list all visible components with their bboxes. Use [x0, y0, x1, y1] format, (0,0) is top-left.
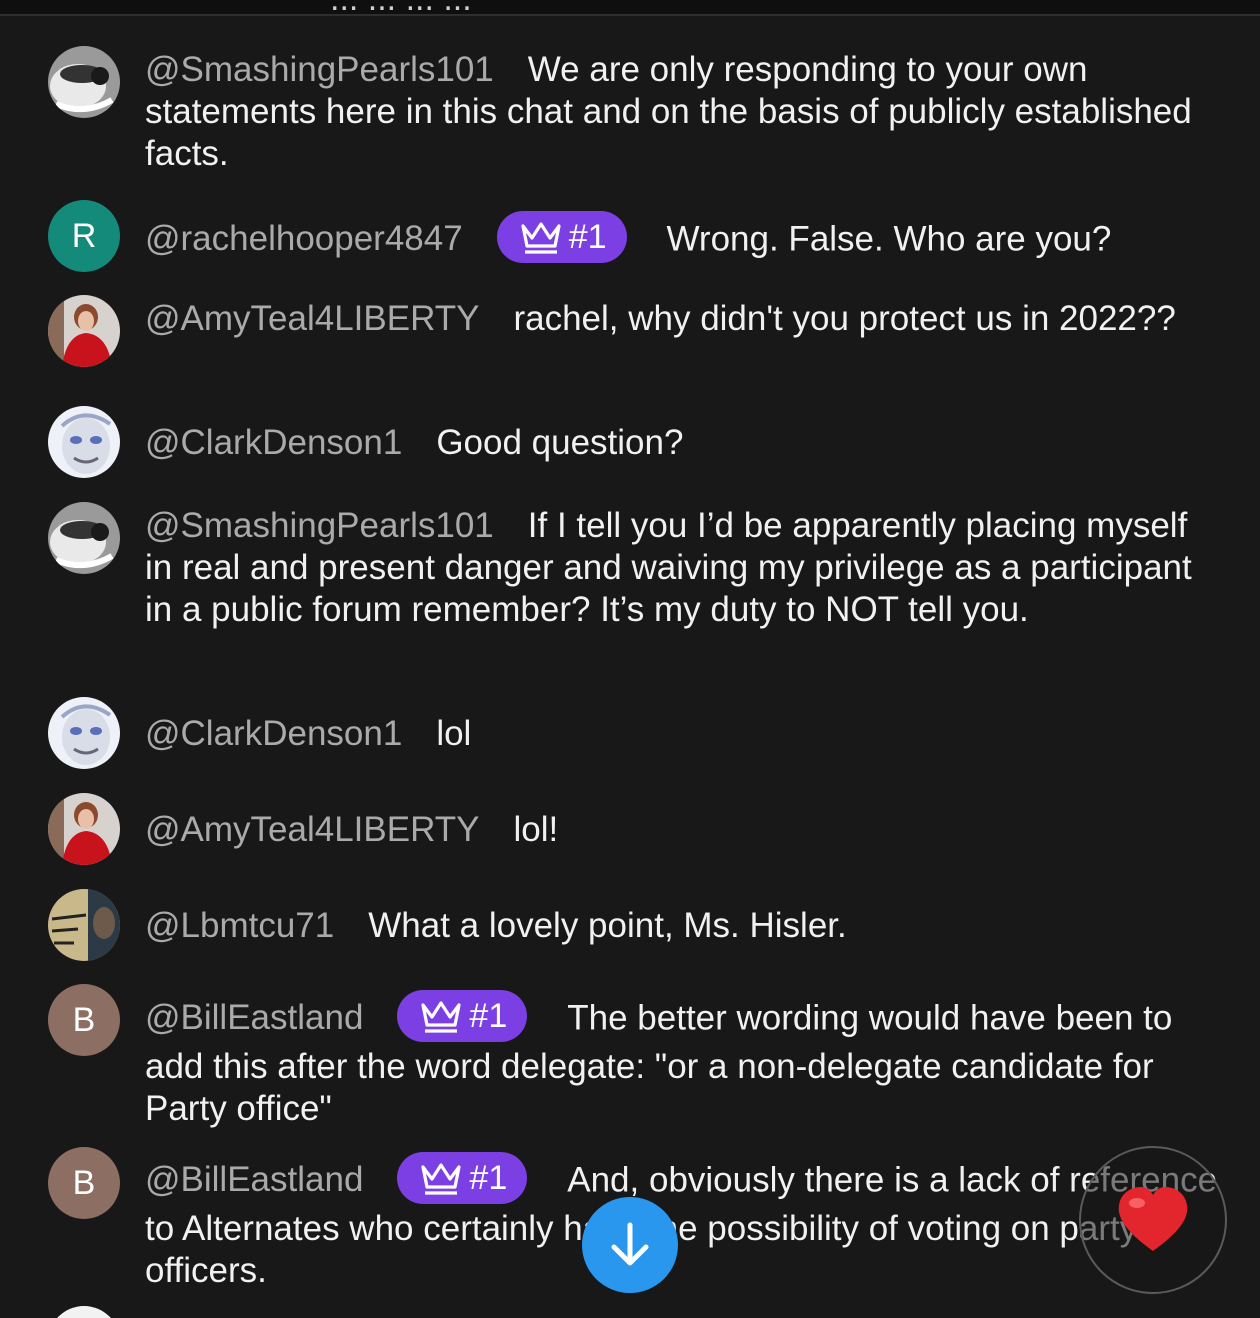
avatar[interactable] — [48, 697, 120, 769]
message-body: @AmyTeal4LIBERTY rachel, why didn't you p… — [145, 298, 1220, 340]
avatar[interactable] — [48, 406, 120, 478]
message-text: rachel, why didn't you protect us in 202… — [513, 299, 1176, 338]
message-body: @AmyTeal4LIBERTY lol! — [145, 809, 1220, 851]
reaction-button[interactable] — [1079, 1146, 1227, 1294]
author-name[interactable]: @AmyTeal4LIBERTY — [145, 299, 479, 338]
author-name[interactable]: @ClarkDenson1 — [145, 423, 402, 462]
message-text: What a lovely point, Ms. Hisler. — [368, 906, 847, 945]
avatar[interactable] — [48, 1306, 120, 1318]
avatar[interactable] — [48, 502, 120, 574]
arrow-down-icon — [611, 1222, 649, 1266]
message-text: lol! — [513, 810, 559, 849]
message-text: Good question? — [436, 423, 684, 462]
avatar-letter: B — [72, 1000, 96, 1039]
message-text: lol — [436, 714, 472, 753]
avatar[interactable] — [48, 889, 120, 961]
crown-icon — [521, 222, 561, 254]
message-body: @BillEastland #1 And, obviously there is a… — [145, 1152, 1220, 1292]
author-name[interactable]: @Lbmtcu71 — [145, 906, 334, 945]
avatar[interactable] — [48, 46, 120, 118]
message-body: @ClarkDenson1 Good question? — [145, 422, 1220, 464]
author-name[interactable]: @AmyTeal4LIBERTY — [145, 810, 479, 849]
scroll-to-bottom-button[interactable] — [582, 1197, 678, 1293]
message-body: @Lbmtcu71 What a lovely point, Ms. Hisler… — [145, 905, 1220, 947]
author-name[interactable]: @ClarkDenson1 — [145, 714, 402, 753]
author-name[interactable]: @BillEastland — [145, 998, 363, 1037]
member-badge: #1 — [397, 990, 528, 1042]
badge-label: #1 — [469, 1159, 508, 1197]
message-body: @SmashingPearls101 If I tell you I’d be a… — [145, 505, 1220, 631]
avatar[interactable] — [48, 295, 120, 367]
avatar[interactable]: R — [48, 200, 120, 272]
heart-icon — [1118, 1187, 1188, 1251]
avatar[interactable]: B — [48, 984, 120, 1056]
crown-icon — [421, 1163, 462, 1195]
avatar[interactable]: B — [48, 1147, 120, 1219]
avatar-letter: R — [71, 216, 97, 255]
avatar-letter: B — [72, 1163, 96, 1202]
chat-list[interactable]: @SmashingPearls101 We are only responding… — [0, 0, 1260, 1318]
message-body: @SmashingPearls101 We are only responding… — [145, 49, 1220, 175]
author-name[interactable]: @SmashingPearls101 — [145, 50, 494, 89]
message-text: Wrong. False. Who are you? — [666, 219, 1112, 259]
avatar[interactable] — [48, 793, 120, 865]
message-body: @ClarkDenson1 lol — [145, 713, 1220, 755]
member-badge: #1 — [496, 211, 627, 263]
badge-label: #1 — [469, 997, 508, 1035]
crown-icon — [421, 1001, 462, 1033]
author-name[interactable]: @BillEastland — [145, 1160, 363, 1199]
message-body: @BillEastland #1 The better wording would … — [145, 990, 1220, 1130]
badge-label: #1 — [568, 218, 607, 256]
message-body: @rachelhooper4847 #1 Wrong. False. Who are… — [145, 211, 1220, 267]
author-name[interactable]: @rachelhooper4847 — [145, 219, 463, 258]
member-badge: #1 — [397, 1152, 528, 1204]
author-name[interactable]: @SmashingPearls101 — [145, 506, 494, 545]
